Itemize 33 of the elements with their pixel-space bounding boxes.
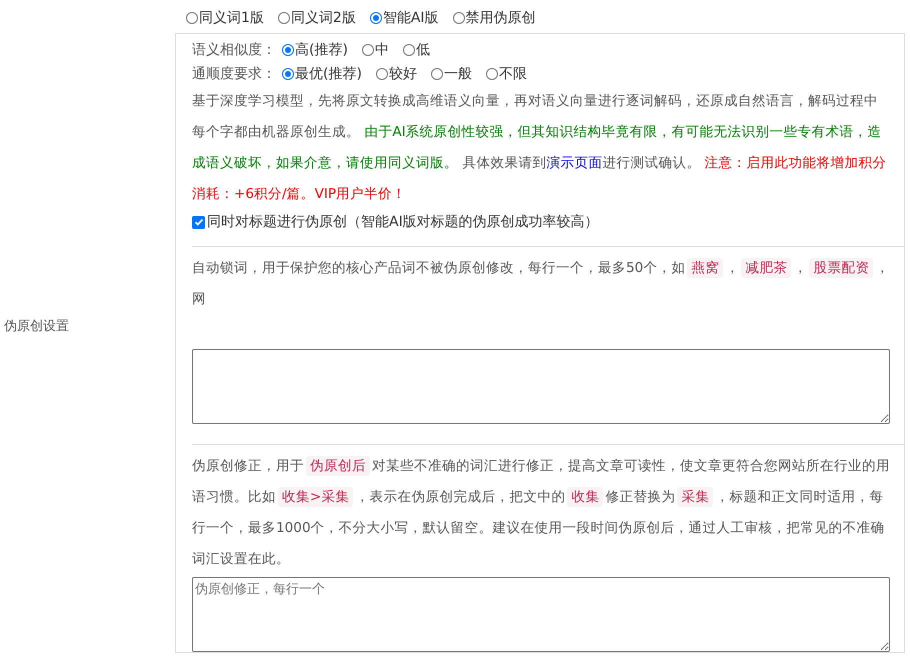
description-text: 基于深度学习模型，先将原文转换成高维语义向量，再对语义向量进行逐词解码，还原成自然语言，解码过程中每个字都由机器原创生成。 由于AI系统原创性较强，但其知识结构毕竟有限，有可能无法识别一些专有术语，造成语义破坏，如果介意，请使用同义词版。 具体效果请到演示页面进行测试确认。 注意：启用此功能将增加积分消耗：+6积分/篇。VIP用户半价！ xyxy=(192,92,888,204)
field-label: 语义相似度： xyxy=(192,41,276,59)
demo-page-link[interactable]: 演示页面 xyxy=(546,155,602,171)
radio-icon[interactable] xyxy=(362,44,374,56)
radio-icon[interactable] xyxy=(486,68,498,80)
correction-field[interactable]: 伪原创修正，每行一个 xyxy=(192,577,890,652)
radio-option[interactable]: 高(推荐) xyxy=(282,41,348,59)
radio-icon[interactable] xyxy=(186,12,198,24)
radio-option[interactable]: 低 xyxy=(402,41,430,59)
radio-option[interactable]: 智能AI版 xyxy=(370,9,439,27)
radio-option[interactable]: 同义词1版 xyxy=(186,9,264,27)
description-text: 伪原创修正，用于 伪原创后 对某些不准确的词汇进行修正，提高文章可读性，使文章更符合您网站所在行业的用语习惯。比如 收集>采集 ，表示在伪原创完成后，把文中的 收集 修正替换为 采集 ，标题和正文同时适用，每行一个，最多1000个，不分大小写，默认留空。建议在使用一段时间伪原创后，通过人工审核，把常见的不准确词汇设置在此。 xyxy=(192,455,890,569)
radio-option[interactable]: 较好 xyxy=(376,65,417,83)
radio-option[interactable]: 一般 xyxy=(430,65,472,83)
radio-option[interactable]: 中 xyxy=(362,41,389,59)
radio-option[interactable]: 同义词2版 xyxy=(278,9,356,27)
radio-icon[interactable] xyxy=(376,68,388,80)
field-label: 通顺度要求： xyxy=(192,65,276,83)
radio-option[interactable]: 不限 xyxy=(486,65,527,83)
radio-option[interactable]: 最优(推荐) xyxy=(282,65,362,83)
radio-icon[interactable] xyxy=(430,68,443,80)
checkbox-icon[interactable] xyxy=(192,216,205,228)
title-checkbox[interactable]: 同时对标题进行伪原创（智能AI版对标题的伪原创成功率较高） xyxy=(192,210,890,234)
description-text: 自动锁词，用于保护您的核心产品词不被伪原创修改，每行一个，最多50个，如 燕窝 ， 减肥茶 ， 股票配资 ，网 xyxy=(192,257,890,309)
radio-icon[interactable] xyxy=(278,12,290,24)
setting-label: 伪原创设置 xyxy=(4,318,69,335)
radio-icon[interactable] xyxy=(282,44,294,56)
radio-icon[interactable] xyxy=(452,12,465,24)
radio-icon[interactable] xyxy=(402,44,415,56)
radio-option[interactable]: 禁用伪原创 xyxy=(452,9,536,27)
lock-words-field[interactable] xyxy=(192,349,890,424)
radio-icon[interactable] xyxy=(282,68,294,80)
radio-icon[interactable] xyxy=(370,12,382,24)
